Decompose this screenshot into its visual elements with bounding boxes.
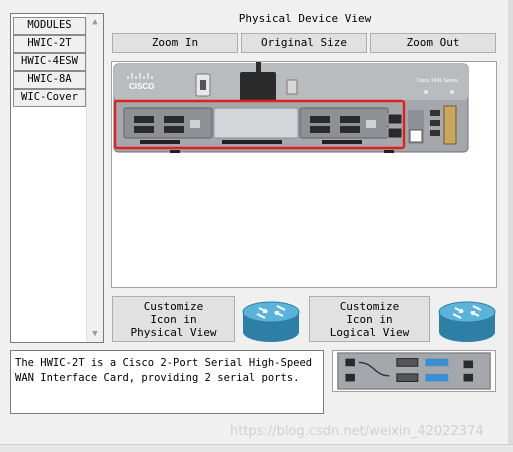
- customize-logical-line-1: Customize: [339, 300, 400, 313]
- customize-logical-view-button[interactable]: Customize Icon in Logical View: [309, 296, 430, 342]
- module-list-scrollbar[interactable]: ▲ ▼: [86, 14, 103, 342]
- router-logical-icon[interactable]: [437, 294, 497, 344]
- zoom-out-button[interactable]: Zoom Out: [370, 33, 496, 53]
- module-item-hwic-8a[interactable]: HWIC-8A: [13, 71, 86, 89]
- module-list-header[interactable]: MODULES: [13, 17, 86, 35]
- module-item-hwic-4esw[interactable]: HWIC-4ESW: [13, 53, 86, 71]
- window-bottom-edge: [0, 444, 513, 452]
- customize-logical-line-2: Icon in: [346, 313, 393, 326]
- physical-device-view-title: Physical Device View: [238, 12, 372, 25]
- router-physical-icon[interactable]: [241, 294, 301, 344]
- customize-physical-line-3: Physical View: [130, 326, 217, 339]
- customize-physical-line-1: Customize: [143, 300, 204, 313]
- hwic-2t-thumbnail-image: [332, 350, 496, 392]
- customize-physical-line-2: Icon in: [150, 313, 197, 326]
- customize-logical-line-3: Logical View: [329, 326, 410, 339]
- original-size-button[interactable]: Original Size: [241, 33, 367, 53]
- power-connector: [240, 72, 276, 102]
- router-chassis-image[interactable]: CISCO Cisco 1941 Series: [112, 62, 496, 287]
- customize-physical-view-button[interactable]: Customize Icon in Physical View: [112, 296, 235, 342]
- watermark-text: https://blog.csdn.net/weixin_42022374: [230, 424, 484, 439]
- module-item-wic-cover[interactable]: WIC-Cover: [13, 89, 86, 107]
- module-description: The HWIC-2T is a Cisco 2-Port Serial Hig…: [10, 350, 324, 414]
- scroll-up-icon[interactable]: ▲: [87, 14, 103, 30]
- cisco-brand-text: CISCO: [129, 82, 154, 91]
- zoom-in-button[interactable]: Zoom In: [112, 33, 238, 53]
- scroll-down-icon[interactable]: ▼: [87, 326, 103, 342]
- module-item-hwic-2t[interactable]: HWIC-2T: [13, 35, 86, 53]
- module-list[interactable]: MODULES HWIC-2T HWIC-4ESW HWIC-8A WIC-Co…: [10, 13, 104, 343]
- window-right-edge: [508, 0, 513, 452]
- physical-device-canvas[interactable]: CISCO Cisco 1941 Series: [111, 61, 497, 288]
- model-label: Cisco 1941 Series: [417, 78, 458, 84]
